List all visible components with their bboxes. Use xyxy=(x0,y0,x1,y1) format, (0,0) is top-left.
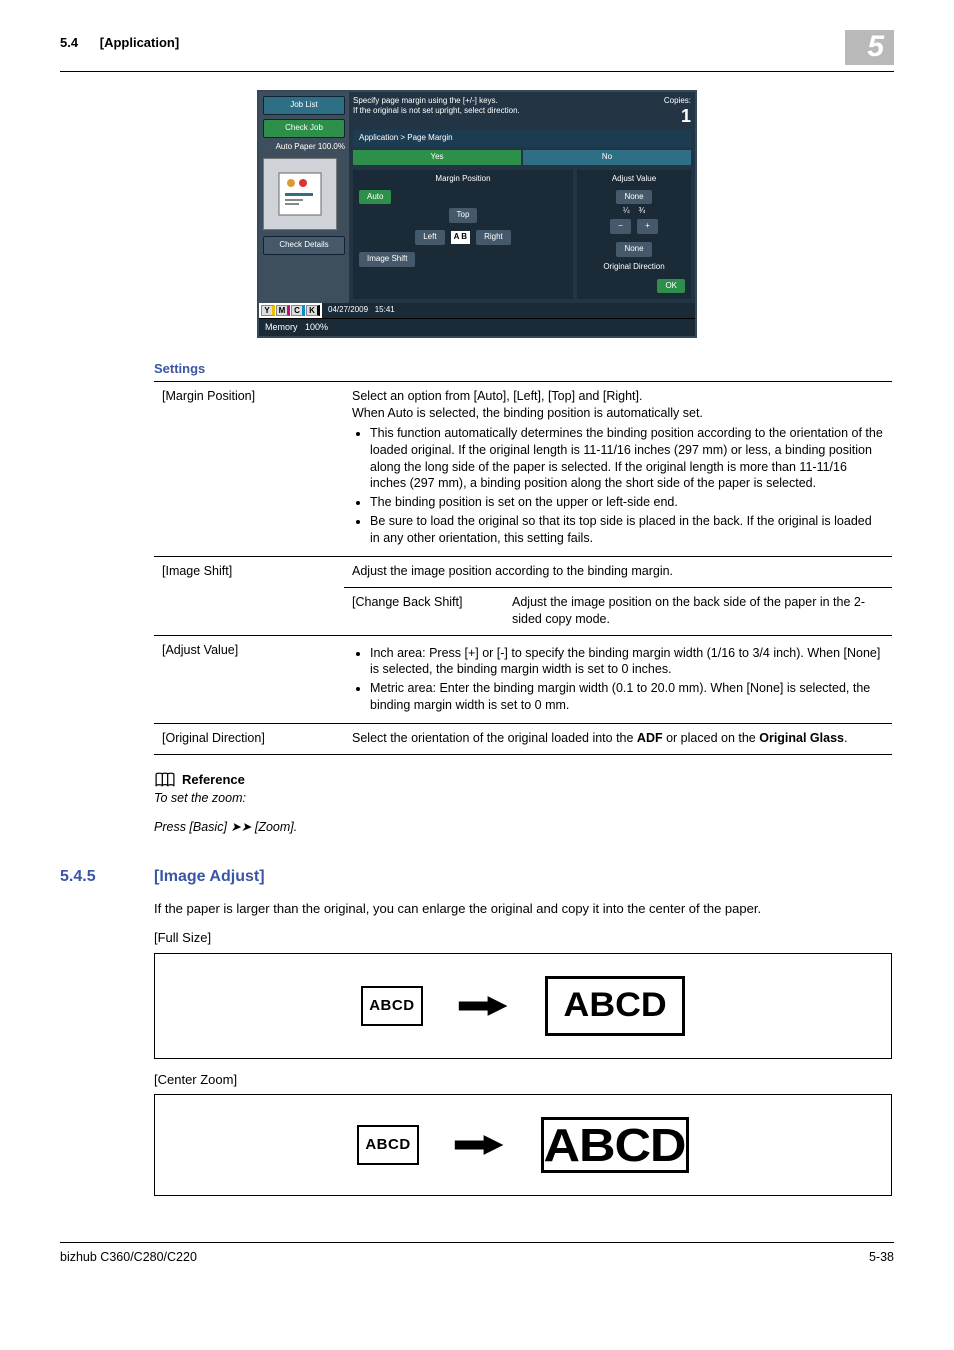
right-button[interactable]: Right xyxy=(476,230,511,245)
ab-icon: A B xyxy=(451,231,470,244)
zoom-ratio: 100.0% xyxy=(318,142,345,151)
preview-thumbnail xyxy=(263,158,337,230)
abcd-crop: ABCD xyxy=(544,1117,686,1173)
reference-block: Reference To set the zoom: Press [Basic]… xyxy=(154,771,894,836)
arrow-right-icon xyxy=(453,1132,507,1158)
row-image-shift-desc: Adjust the image position according to t… xyxy=(344,556,892,587)
reference-title: Reference xyxy=(182,771,245,789)
row-image-shift-label: [Image Shift] xyxy=(154,556,344,635)
row-original-direction-desc: Select the orientation of the original l… xyxy=(344,724,892,755)
memory-pct: 100% xyxy=(305,322,328,332)
panel-time: 15:41 xyxy=(375,305,395,314)
section-545-para: If the paper is larger than the original… xyxy=(154,900,894,918)
check-details-button[interactable]: Check Details xyxy=(263,236,345,255)
center-zoom-illustration: ABCD ABCD xyxy=(154,1094,892,1196)
abcd-big-frame: ABCD xyxy=(545,976,685,1036)
panel-date: 04/27/2009 xyxy=(328,305,368,314)
section-545-title: [Image Adjust] xyxy=(154,866,265,888)
left-button[interactable]: Left xyxy=(415,230,444,245)
reference-line-2: Press [Basic] ➤➤ [Zoom]. xyxy=(154,819,894,836)
margin-position-header: Margin Position xyxy=(357,174,569,185)
plus-button[interactable]: + xyxy=(637,219,658,234)
book-icon xyxy=(154,772,176,788)
row-margin-position-label: [Margin Position] xyxy=(154,382,344,557)
memory-label: Memory xyxy=(265,322,298,332)
arrow-icon: ➤➤ xyxy=(230,820,251,834)
toner-c: C xyxy=(291,305,305,316)
ok-button[interactable]: OK xyxy=(657,279,685,294)
adjust-value-header: Adjust Value xyxy=(581,174,687,185)
settings-heading: Settings xyxy=(154,360,894,378)
section-545-heading: 5.4.5 [Image Adjust] xyxy=(60,866,894,888)
auto-paper-label: Auto Paper xyxy=(276,142,316,151)
instruction-line-2: If the original is not set upright, sele… xyxy=(353,106,520,116)
row-change-back-shift-desc: Adjust the image position on the back si… xyxy=(504,587,892,635)
page-header: 5.4 [Application] 5 xyxy=(60,34,894,72)
panel-breadcrumb: Application > Page Margin xyxy=(353,130,691,147)
arrow-right-icon xyxy=(457,993,511,1019)
row-adjust-value-desc: Inch area: Press [+] or [-] to specify t… xyxy=(344,635,892,724)
image-shift-button[interactable]: Image Shift xyxy=(359,252,415,267)
minus-button[interactable]: − xyxy=(610,219,631,234)
tab-no[interactable]: No xyxy=(523,150,691,165)
abcd-small-2: ABCD xyxy=(357,1125,418,1165)
full-size-illustration: ABCD ABCD xyxy=(154,953,892,1059)
row-margin-position-desc: Select an option from [Auto], [Left], [T… xyxy=(344,382,892,557)
footer-model: bizhub C360/C280/C220 xyxy=(60,1249,197,1266)
toner-levels: Y M C K xyxy=(259,303,322,318)
none-button-2[interactable]: None xyxy=(616,242,651,257)
copies-value: 1 xyxy=(664,106,691,128)
top-button[interactable]: Top xyxy=(449,208,478,223)
none-button-1[interactable]: None xyxy=(616,190,651,205)
page-footer: bizhub C360/C280/C220 5-38 xyxy=(60,1242,894,1266)
abcd-big-1: ABCD xyxy=(563,983,666,1029)
tab-yes[interactable]: Yes xyxy=(353,150,521,165)
toner-m: M xyxy=(276,305,290,316)
abcd-crop-frame: ABCD xyxy=(541,1117,689,1173)
section-title: [Application] xyxy=(100,35,179,50)
settings-table: [Margin Position] Select an option from … xyxy=(154,381,892,755)
preview-icon xyxy=(275,169,325,219)
section-545-number: 5.4.5 xyxy=(60,866,114,888)
auto-button[interactable]: Auto xyxy=(359,190,391,205)
toner-y: Y xyxy=(261,305,275,316)
header-section: 5.4 [Application] xyxy=(60,34,179,52)
row-adjust-value-label: [Adjust Value] xyxy=(154,635,344,724)
center-zoom-label: [Center Zoom] xyxy=(154,1071,894,1089)
abcd-small-1: ABCD xyxy=(361,986,422,1026)
row-original-direction-label: [Original Direction] xyxy=(154,724,344,755)
instruction-line-1: Specify page margin using the [+/-] keys… xyxy=(353,96,520,106)
row-change-back-shift-label: [Change Back Shift] xyxy=(344,587,504,635)
footer-page: 5-38 xyxy=(869,1249,894,1266)
job-list-button[interactable]: Job List xyxy=(263,96,345,115)
reference-line-1: To set the zoom: xyxy=(154,790,894,807)
section-number: 5.4 xyxy=(60,35,78,50)
full-size-label: [Full Size] xyxy=(154,929,894,947)
original-direction-header: Original Direction xyxy=(581,262,687,273)
check-job-button[interactable]: Check Job xyxy=(263,119,345,138)
toner-k: K xyxy=(306,305,320,316)
copies-label: Copies: xyxy=(664,96,691,106)
copier-panel-screenshot: Job List Check Job Auto Paper 100.0% Che… xyxy=(60,90,894,338)
chapter-number: 5 xyxy=(845,30,894,65)
